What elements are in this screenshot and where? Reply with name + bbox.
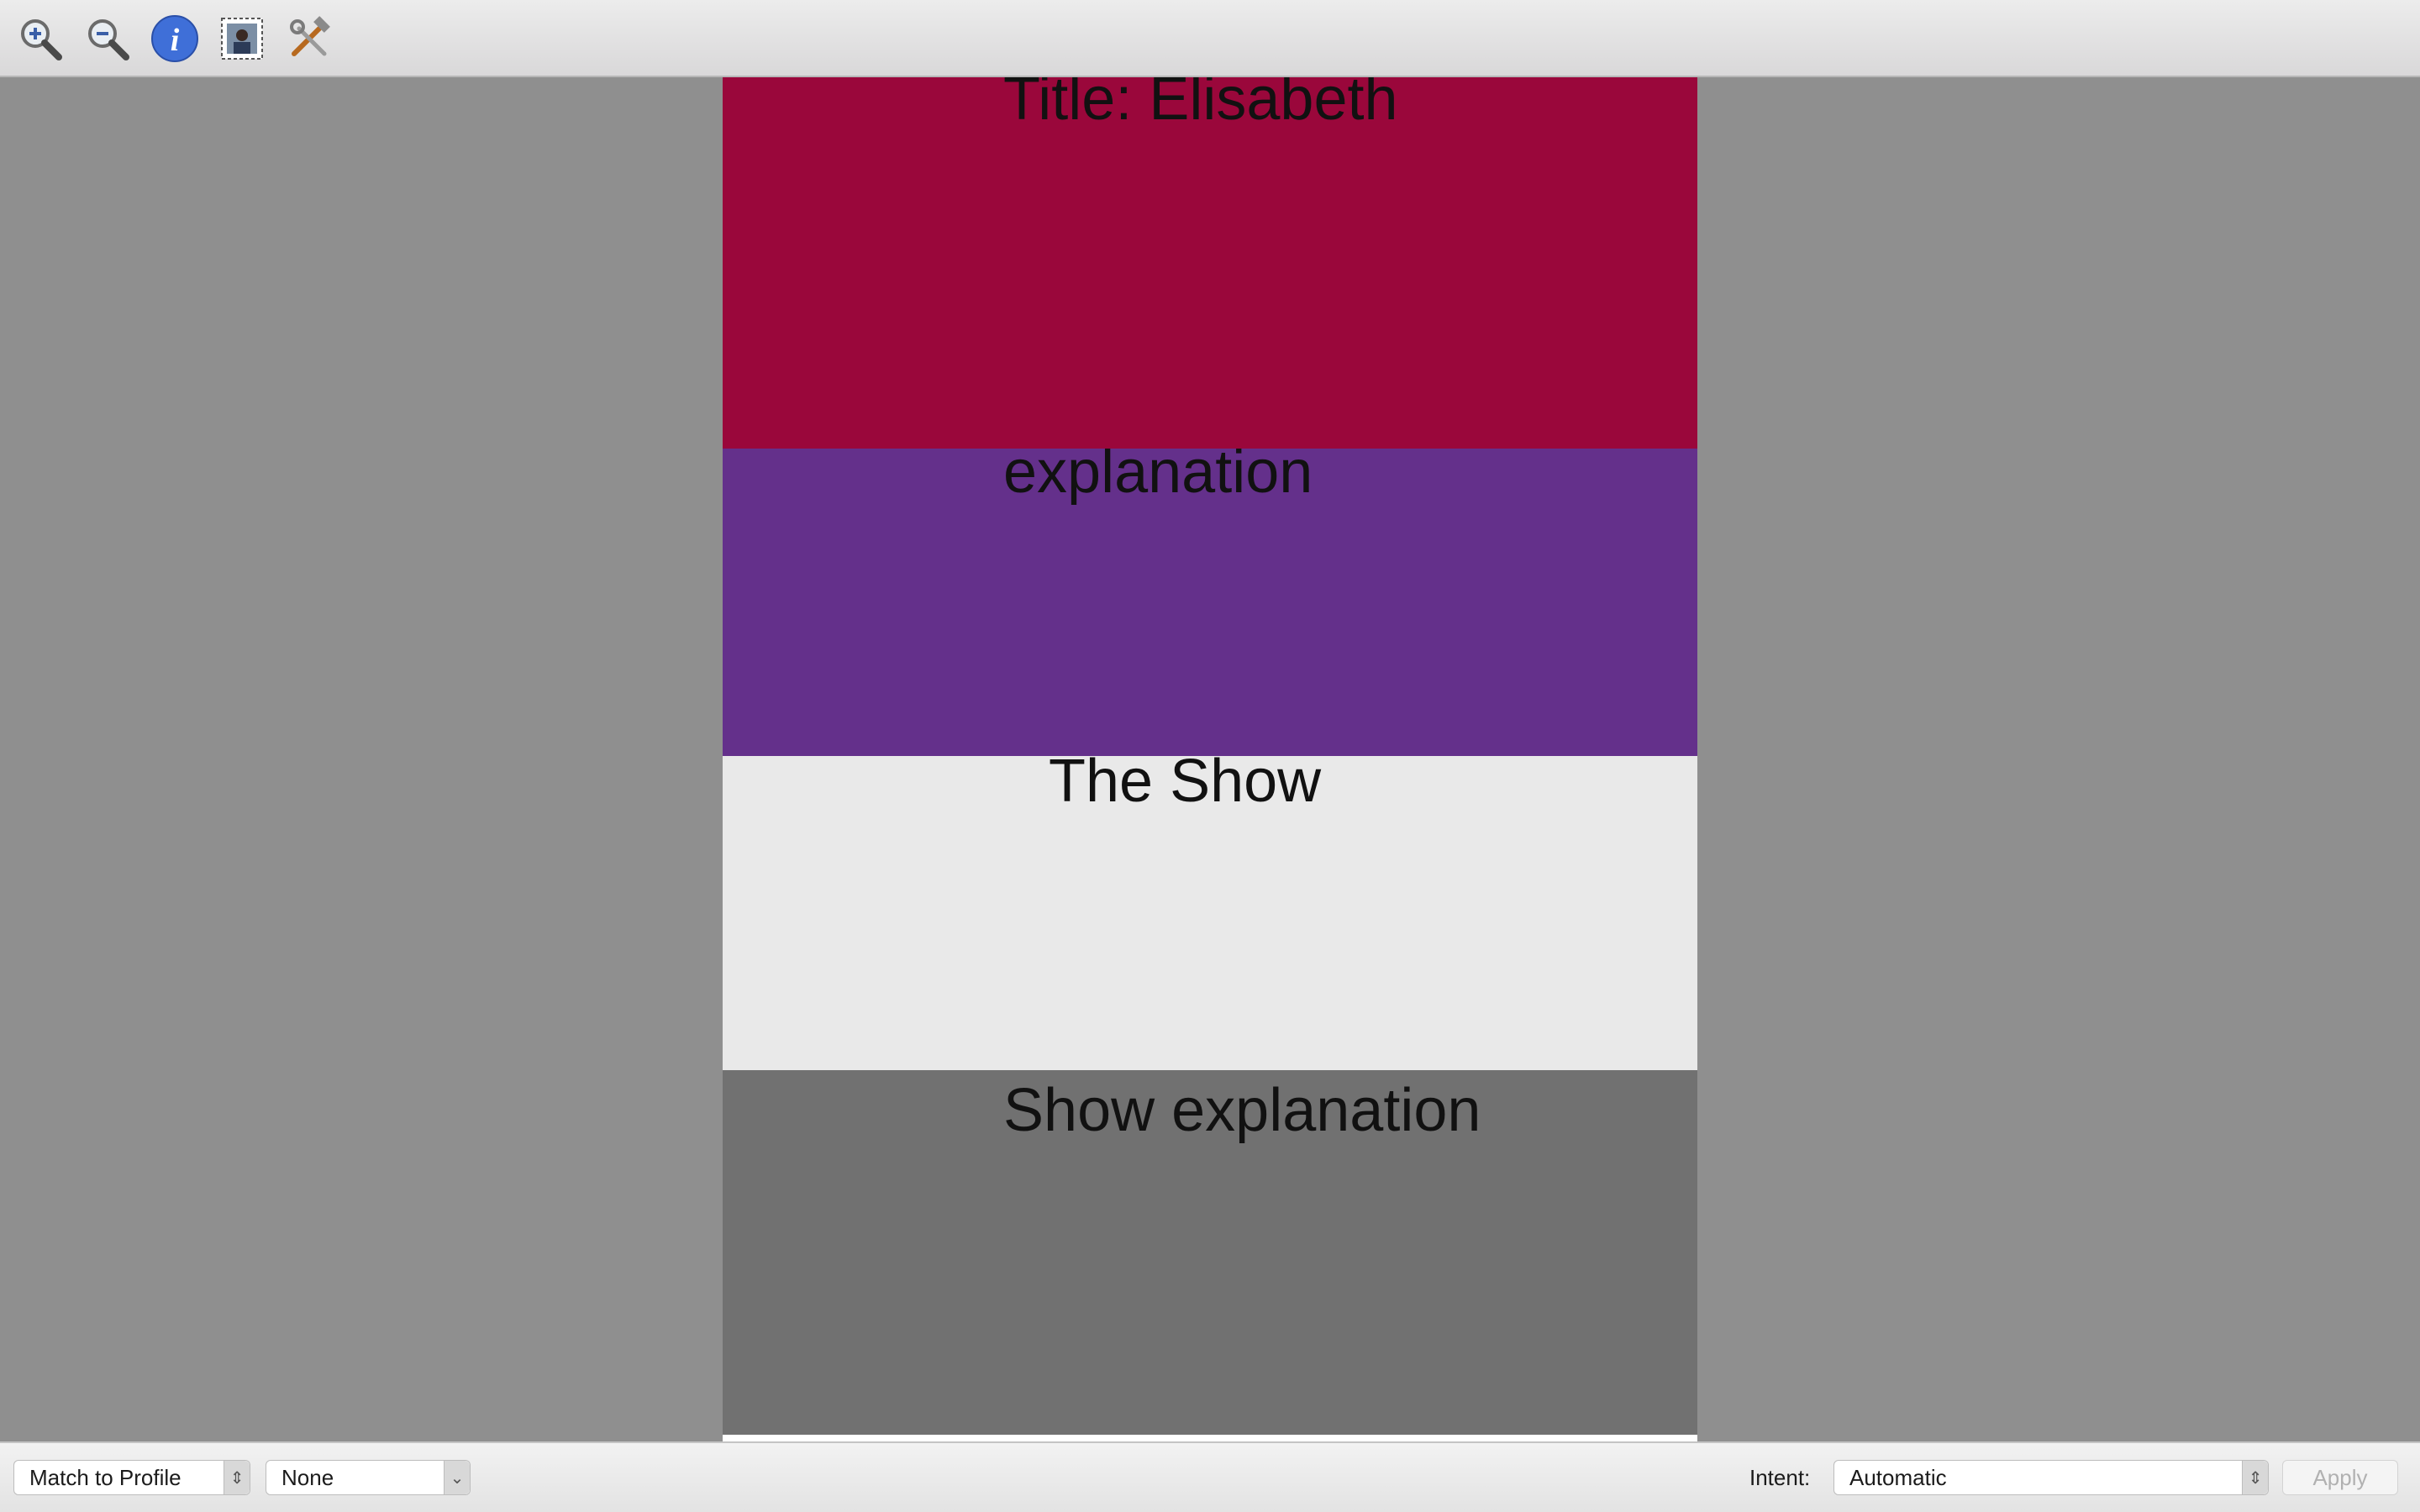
info-button[interactable]: i	[148, 12, 202, 66]
intent-select[interactable]: Automatic ⇕	[1833, 1460, 2269, 1495]
bottom-bar: Match to Profile ⇕ None ⌄ Intent: Automa…	[0, 1441, 2420, 1512]
show-explanation-band: Show explanation	[723, 1070, 1697, 1435]
updown-arrows-icon: ⇕	[2242, 1461, 2268, 1494]
profile-name-select[interactable]: None ⌄	[266, 1460, 471, 1495]
chevron-down-icon: ⌄	[444, 1461, 470, 1494]
zoom-in-button[interactable]	[13, 12, 67, 66]
image-canvas: Title: Elisabeth explanation The Show Sh…	[0, 77, 2420, 1441]
tools-button[interactable]	[282, 12, 336, 66]
image-crop-icon	[221, 18, 263, 60]
profile-select[interactable]: Match to Profile ⇕	[13, 1460, 250, 1495]
tools-icon	[290, 16, 330, 56]
zoom-out-button[interactable]	[81, 12, 134, 66]
document-page: Title: Elisabeth explanation The Show Sh…	[723, 77, 1697, 1441]
profile-name-value: None	[281, 1464, 334, 1490]
band-show-text: The Show	[1049, 756, 1322, 815]
zoom-out-icon	[88, 19, 129, 60]
apply-button[interactable]: Apply	[2282, 1460, 2398, 1495]
intent-label: Intent:	[1749, 1465, 1811, 1490]
band-title-text: Title: Elisabeth	[1003, 77, 1398, 133]
intent-select-value: Automatic	[1849, 1464, 1947, 1490]
svg-text:i: i	[171, 23, 180, 58]
info-icon: i	[151, 15, 198, 62]
updown-arrows-icon: ⇕	[224, 1461, 250, 1494]
band-show-explanation-text: Show explanation	[1003, 1077, 1481, 1144]
show-band: The Show	[723, 756, 1697, 1070]
toolbar: i	[0, 0, 2420, 77]
zoom-in-icon	[21, 19, 62, 60]
explanation-band: explanation	[723, 449, 1697, 756]
title-band: Title: Elisabeth	[723, 77, 1697, 449]
adjust-size-button[interactable]	[215, 12, 269, 66]
profile-select-value: Match to Profile	[29, 1464, 182, 1490]
band-explanation-text: explanation	[1003, 449, 1313, 506]
